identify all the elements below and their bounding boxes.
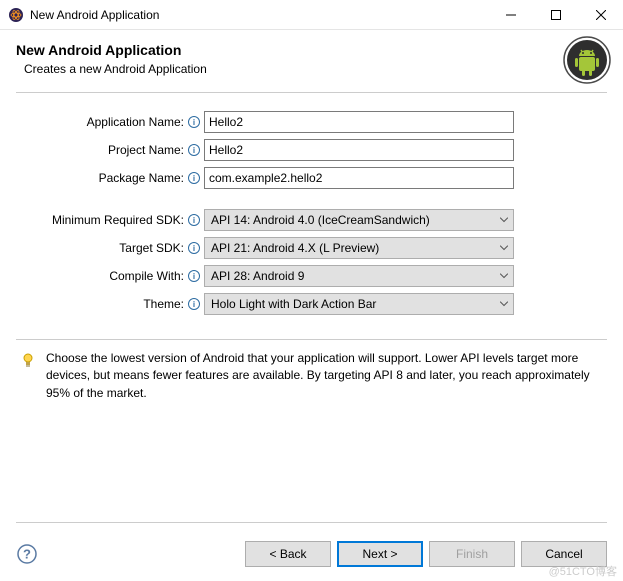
wizard-header: New Android Application Creates a new An… [0,30,623,86]
package-name-input[interactable] [204,167,514,189]
compile-with-select[interactable]: API 28: Android 9 [204,265,514,287]
help-icon[interactable]: ? [16,543,38,565]
minimize-button[interactable] [488,0,533,29]
theme-label: Theme: [16,297,186,311]
svg-text:i: i [193,300,195,309]
info-icon[interactable]: i [188,270,200,282]
close-button[interactable] [578,0,623,29]
window-controls [488,0,623,29]
hint-text: Choose the lowest version of Android tha… [46,350,603,402]
svg-text:i: i [193,146,195,155]
separator [16,339,607,340]
app-name-input[interactable] [204,111,514,133]
next-button[interactable]: Next > [337,541,423,567]
lightbulb-icon [20,352,36,368]
page-subtitle: Creates a new Android Application [16,62,607,76]
finish-button: Finish [429,541,515,567]
info-icon[interactable]: i [188,116,200,128]
svg-text:i: i [193,244,195,253]
form-area: Application Name: i Project Name: i Pack… [0,93,623,325]
eclipse-icon [8,7,24,23]
info-icon[interactable]: i [188,172,200,184]
svg-text:?: ? [23,547,31,562]
min-sdk-select[interactable]: API 14: Android 4.0 (IceCreamSandwich) [204,209,514,231]
target-sdk-select[interactable]: API 21: Android 4.X (L Preview) [204,237,514,259]
svg-text:i: i [193,272,195,281]
svg-text:i: i [193,118,195,127]
title-bar: New Android Application [0,0,623,30]
svg-text:i: i [193,174,195,183]
project-name-input[interactable] [204,139,514,161]
svg-text:i: i [193,216,195,225]
android-icon [563,36,611,84]
project-name-label: Project Name: [16,143,186,157]
hint-box: Choose the lowest version of Android tha… [0,350,623,402]
compile-with-label: Compile With: [16,269,186,283]
back-button[interactable]: < Back [245,541,331,567]
wizard-footer: ? < Back Next > Finish Cancel [0,541,623,567]
separator [16,522,607,523]
min-sdk-label: Minimum Required SDK: [16,213,186,227]
info-icon[interactable]: i [188,242,200,254]
target-sdk-label: Target SDK: [16,241,186,255]
watermark: @51CTO博客 [549,563,617,579]
maximize-button[interactable] [533,0,578,29]
info-icon[interactable]: i [188,214,200,226]
info-icon[interactable]: i [188,144,200,156]
app-name-label: Application Name: [16,115,186,129]
window-title: New Android Application [30,8,488,22]
info-icon[interactable]: i [188,298,200,310]
page-title: New Android Application [16,42,607,58]
package-name-label: Package Name: [16,171,186,185]
theme-select[interactable]: Holo Light with Dark Action Bar [204,293,514,315]
